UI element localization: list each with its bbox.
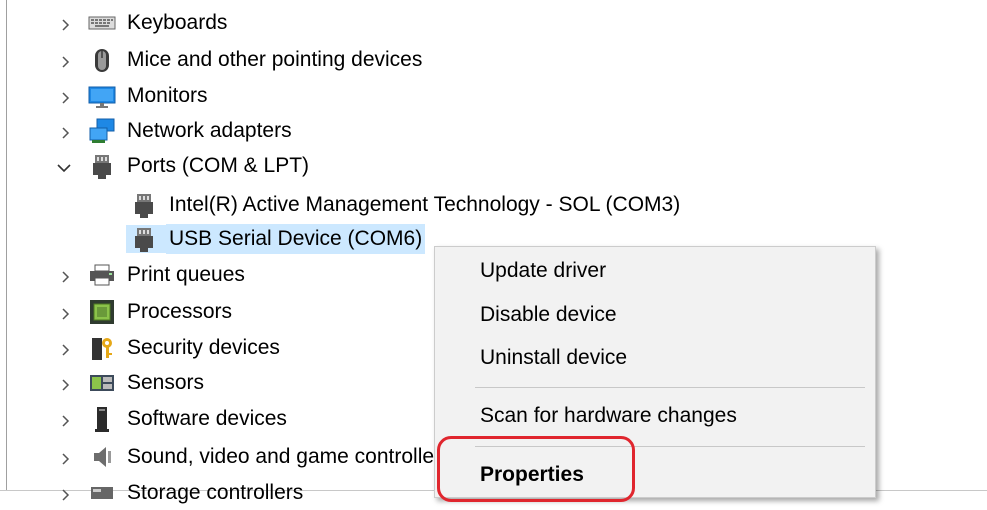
chevron-right-icon[interactable] — [58, 90, 74, 106]
software-device-icon — [88, 405, 116, 433]
processor-icon — [88, 298, 116, 326]
tree-item-label: Ports (COM & LPT) — [127, 154, 310, 177]
tree-item-monitors[interactable]: Monitors — [62, 79, 211, 113]
chevron-right-icon[interactable] — [58, 342, 74, 358]
tree-item-label: Monitors — [127, 84, 208, 107]
tree-item-label: Print queues — [127, 263, 245, 286]
network-icon — [88, 117, 116, 145]
tree-item-label: Sensors — [127, 371, 205, 394]
keyboard-icon — [88, 9, 116, 37]
menu-item-label: Uninstall device — [480, 346, 628, 369]
chevron-right-icon[interactable] — [58, 54, 74, 70]
chevron-right-icon[interactable] — [58, 306, 74, 322]
properties-highlight-box — [437, 436, 635, 502]
tree-item-ports[interactable]: Ports (COM & LPT) — [57, 149, 312, 183]
tree-item-keyboards[interactable]: Keyboards — [62, 6, 230, 40]
tree-item-label: Mice and other pointing devices — [127, 48, 423, 71]
tree-item-label: Intel(R) Active Management Technology - … — [169, 193, 681, 216]
menu-item-label: Disable device — [480, 303, 617, 326]
tree-item-security-devices[interactable]: Security devices — [62, 331, 283, 365]
tree-item-label: USB Serial Device (COM6) — [166, 224, 426, 254]
tree-item-mice[interactable]: Mice and other pointing devices — [62, 43, 425, 77]
chevron-right-icon[interactable] — [58, 413, 74, 429]
menu-item-uninstall-device[interactable]: Uninstall device — [435, 338, 875, 378]
tree-item-label: Network adapters — [127, 119, 292, 142]
menu-item-label: Scan for hardware changes — [480, 404, 737, 427]
storage-icon — [88, 479, 116, 507]
tree-item-network-adapters[interactable]: Network adapters — [62, 114, 295, 148]
mouse-icon — [88, 46, 116, 74]
chevron-right-icon[interactable] — [58, 269, 74, 285]
chevron-right-icon[interactable] — [58, 451, 74, 467]
sensor-icon — [88, 369, 116, 397]
tree-item-label: Processors — [127, 300, 233, 323]
tree-item-sound-video-game[interactable]: Sound, video and game controllers — [62, 440, 455, 474]
menu-item-update-driver[interactable]: Update driver — [435, 251, 875, 291]
tree-item-label: Sound, video and game controllers — [127, 445, 452, 468]
chevron-right-icon[interactable] — [58, 17, 74, 33]
tree-item-print-queues[interactable]: Print queues — [62, 258, 248, 292]
tree-item-processors[interactable]: Processors — [62, 295, 235, 329]
monitor-icon — [88, 82, 116, 110]
menu-item-label: Update driver — [480, 259, 607, 282]
port-icon — [88, 152, 116, 180]
speaker-icon — [88, 443, 116, 471]
tree-item-usb-serial-device[interactable]: USB Serial Device (COM6) — [126, 222, 426, 256]
tree-item-label: Storage controllers — [127, 481, 304, 504]
menu-item-scan-hardware[interactable]: Scan for hardware changes — [435, 396, 875, 436]
tree-item-label: Software devices — [127, 407, 287, 430]
chevron-down-icon[interactable] — [56, 160, 72, 176]
tree-item-intel-amt-sol[interactable]: Intel(R) Active Management Technology - … — [130, 188, 683, 222]
menu-item-disable-device[interactable]: Disable device — [435, 295, 875, 335]
security-icon — [88, 334, 116, 362]
menu-separator — [475, 387, 865, 388]
tree-item-label: Keyboards — [127, 11, 228, 34]
chevron-right-icon[interactable] — [58, 487, 74, 503]
printer-icon — [88, 261, 116, 289]
port-icon — [126, 225, 166, 253]
tree-item-software-devices[interactable]: Software devices — [62, 402, 290, 436]
chevron-right-icon[interactable] — [58, 125, 74, 141]
tree-item-label: Security devices — [127, 336, 280, 359]
port-icon — [130, 191, 158, 219]
tree-item-sensors[interactable]: Sensors — [62, 366, 207, 400]
chevron-right-icon[interactable] — [58, 377, 74, 393]
